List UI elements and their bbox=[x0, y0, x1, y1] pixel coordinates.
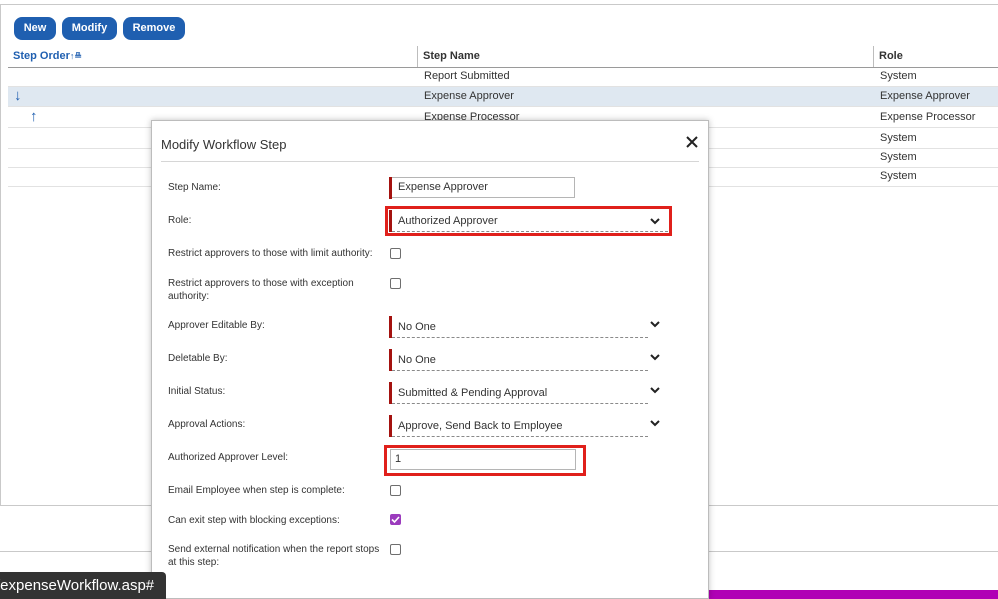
can-exit-step-checkbox[interactable] bbox=[390, 514, 401, 525]
checkmark-icon bbox=[391, 516, 400, 524]
remove-button[interactable]: Remove bbox=[123, 17, 185, 40]
status-url-tooltip: /expenseWorkflow.asp# bbox=[0, 572, 167, 599]
move-up-icon[interactable]: ↑ bbox=[30, 108, 38, 125]
role-cell: System bbox=[880, 132, 917, 144]
title-separator bbox=[161, 161, 699, 162]
dialog-title: Modify Workflow Step bbox=[161, 137, 287, 152]
role-highlight-box bbox=[385, 206, 672, 236]
step-name-field[interactable]: Expense Approver bbox=[392, 177, 575, 198]
column-header-role[interactable]: Role bbox=[879, 50, 903, 62]
column-divider bbox=[873, 46, 874, 67]
authorized-approver-level-label: Authorized Approver Level: bbox=[168, 452, 289, 463]
modify-workflow-step-dialog: Modify Workflow Step Step Name: Expense … bbox=[151, 120, 709, 599]
new-button[interactable]: New bbox=[14, 17, 56, 40]
restrict-limit-checkbox[interactable] bbox=[390, 248, 401, 259]
column-header-step-name[interactable]: Step Name bbox=[423, 50, 480, 62]
role-cell: System bbox=[880, 170, 917, 182]
step-name-cell: Report Submitted bbox=[424, 70, 510, 82]
restrict-exception-checkbox[interactable] bbox=[390, 278, 401, 289]
table-row[interactable]: ↓ Expense Approver Expense Approver bbox=[8, 87, 998, 107]
chevron-down-icon[interactable] bbox=[650, 352, 660, 362]
step-name-cell: Expense Approver bbox=[424, 90, 514, 102]
send-external-checkbox[interactable] bbox=[390, 544, 401, 555]
role-cell: System bbox=[880, 70, 917, 82]
move-down-icon[interactable]: ↓ bbox=[14, 87, 22, 104]
role-cell: System bbox=[880, 151, 917, 163]
role-cell: Expense Processor bbox=[880, 111, 976, 123]
initial-status-label: Initial Status: bbox=[168, 386, 226, 397]
restrict-exception-label: Restrict approvers to those with excepti… bbox=[168, 278, 354, 302]
column-header-step-order[interactable]: Step Order↑≞ bbox=[13, 50, 82, 62]
grid-header: Step Order↑≞ Step Name Role bbox=[8, 46, 998, 68]
chevron-down-icon[interactable] bbox=[650, 319, 660, 329]
close-icon[interactable] bbox=[685, 135, 699, 149]
approver-editable-by-select[interactable]: No One bbox=[392, 317, 648, 338]
deletable-by-select[interactable]: No One bbox=[392, 350, 648, 371]
status-url-text: /expenseWorkflow.asp# bbox=[0, 577, 155, 594]
table-row[interactable]: Report Submitted System bbox=[8, 67, 998, 87]
deletable-by-label: Deletable By: bbox=[168, 353, 228, 364]
can-exit-step-label: Can exit step with blocking exceptions: bbox=[168, 515, 340, 526]
chevron-down-icon[interactable] bbox=[650, 418, 660, 428]
approver-level-highlight-box bbox=[384, 445, 586, 476]
sort-ascending-icon: ↑≞ bbox=[69, 51, 82, 61]
approval-actions-label: Approval Actions: bbox=[168, 419, 246, 430]
email-employee-checkbox[interactable] bbox=[390, 485, 401, 496]
chevron-down-icon[interactable] bbox=[650, 385, 660, 395]
step-name-label: Step Name: bbox=[168, 182, 221, 193]
modify-button[interactable]: Modify bbox=[62, 17, 117, 40]
role-cell: Expense Approver bbox=[880, 90, 970, 102]
restrict-limit-label: Restrict approvers to those with limit a… bbox=[168, 248, 373, 259]
approval-actions-select[interactable]: Approve, Send Back to Employee bbox=[392, 416, 648, 437]
send-external-label: Send external notification when the repo… bbox=[168, 544, 380, 568]
role-label: Role: bbox=[168, 215, 192, 226]
approver-editable-by-label: Approver Editable By: bbox=[168, 320, 265, 331]
initial-status-select[interactable]: Submitted & Pending Approval bbox=[392, 383, 648, 404]
email-employee-label: Email Employee when step is complete: bbox=[168, 485, 345, 496]
column-divider bbox=[417, 46, 418, 67]
